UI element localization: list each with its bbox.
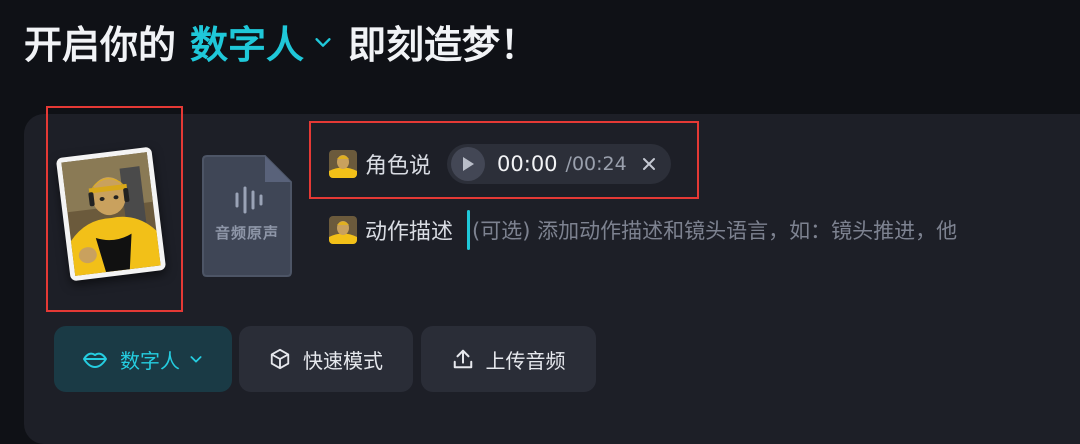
- text-cursor: [467, 210, 471, 250]
- audio-file-icon[interactable]: [199, 152, 295, 278]
- audio-file-label: 音频原声: [214, 224, 279, 242]
- cube-icon: [269, 348, 291, 370]
- mode-label: 数字人: [120, 348, 180, 373]
- title-suffix: 即刻造梦！: [348, 23, 539, 67]
- digital-human-mode-button[interactable]: 数字人: [54, 326, 232, 392]
- title-prefix: 开启你的: [24, 23, 177, 67]
- character-avatar: [329, 216, 357, 244]
- upload-icon: [452, 348, 474, 370]
- page-title: 开启你的 数字人 即刻造梦！: [24, 14, 538, 69]
- fast-mode-button[interactable]: 快速模式: [239, 326, 413, 392]
- action-description-input[interactable]: (可选) 添加动作描述和镜头语言，如：镜头推进，他: [472, 215, 957, 245]
- title-accent-dropdown[interactable]: 数字人: [190, 14, 304, 69]
- action-row: 动作描述 (可选) 添加动作描述和镜头语言，如：镜头推进，他: [329, 210, 957, 250]
- lips-icon: [82, 350, 108, 368]
- chevron-down-icon[interactable]: [312, 31, 334, 53]
- action-label: 动作描述: [365, 220, 454, 245]
- upload-label: 上传音频: [485, 348, 566, 373]
- fast-mode-label: 快速模式: [303, 348, 383, 373]
- chevron-down-icon: [188, 351, 204, 367]
- highlight-box-dialog: [309, 121, 699, 199]
- highlight-box-image: [46, 106, 183, 312]
- upload-audio-button[interactable]: 上传音频: [421, 326, 596, 392]
